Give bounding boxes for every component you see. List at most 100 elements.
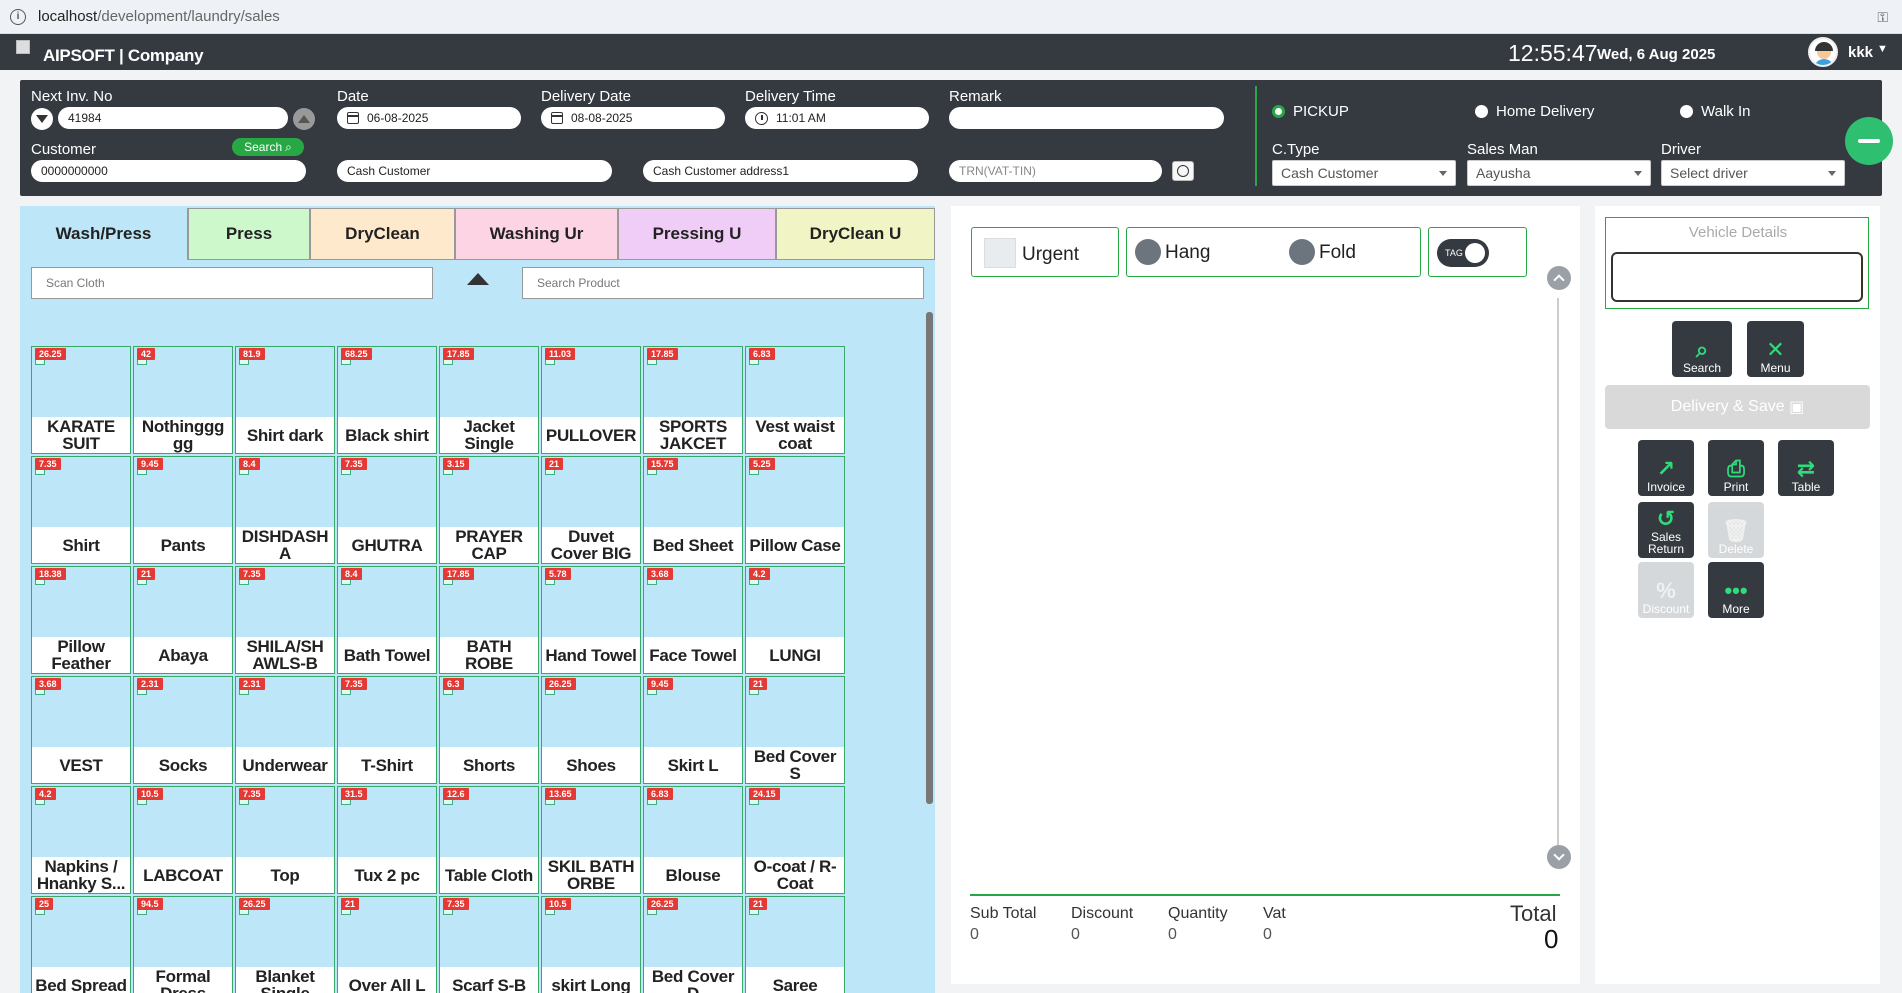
product-tile[interactable]: 17.85 SPORTS JAKCET <box>643 346 743 454</box>
product-tile[interactable]: 26.25 Blanket Single <box>235 896 335 993</box>
product-tile[interactable]: 3.68 VEST <box>31 676 131 784</box>
product-tile[interactable]: 15.75 Bed Sheet <box>643 456 743 564</box>
salesman-select[interactable]: Aayusha <box>1467 160 1651 186</box>
product-tile[interactable]: 94.5 Formal Dress <box>133 896 233 993</box>
print-button[interactable]: ⎙ Print <box>1708 440 1764 496</box>
whatsapp-button[interactable] <box>1172 161 1194 181</box>
customer-search-button[interactable]: Search ⌕ <box>232 138 304 156</box>
product-tile[interactable]: 10.5 LABCOAT <box>133 786 233 894</box>
product-tile[interactable]: 7.35 Shirt <box>31 456 131 564</box>
tab-washing-ur[interactable]: Washing Ur <box>455 208 618 260</box>
product-tile[interactable]: 26.25 Bed Cover D <box>643 896 743 993</box>
menu-button[interactable]: ✕ Menu <box>1747 321 1804 377</box>
user-name[interactable]: kkk <box>1848 44 1873 61</box>
product-tile[interactable]: 8.4 DISHDASH A <box>235 456 335 564</box>
delivery-save-button[interactable]: Delivery & Save ▣ <box>1605 385 1870 429</box>
product-tile[interactable]: 10.5 skirt Long <box>541 896 641 993</box>
product-tile[interactable]: 24.15 O-coat / R-Coat <box>745 786 845 894</box>
product-tile[interactable]: 11.03 PULLOVER <box>541 346 641 454</box>
scan-cloth-input[interactable]: Scan Cloth <box>31 267 433 299</box>
next-inv-input[interactable]: 41984 <box>58 107 288 129</box>
radio-home-delivery[interactable]: Home Delivery <box>1475 103 1594 120</box>
product-tile[interactable]: 7.35 T-Shirt <box>337 676 437 784</box>
product-tile[interactable]: 81.9 Shirt dark <box>235 346 335 454</box>
product-tile[interactable]: 6.83 Vest waist coat <box>745 346 845 454</box>
product-tile[interactable]: 21 Saree <box>745 896 845 993</box>
radio-pickup[interactable]: PICKUP <box>1272 103 1349 120</box>
radio-walk-in[interactable]: Walk In <box>1680 103 1750 120</box>
site-info-icon[interactable]: i <box>10 8 26 25</box>
product-tile[interactable]: 7.35 GHUTRA <box>337 456 437 564</box>
tab-pressing-u[interactable]: Pressing U <box>618 208 776 260</box>
product-tile[interactable]: 9.45 Skirt L <box>643 676 743 784</box>
tab-press[interactable]: Press <box>188 208 310 260</box>
user-menu-caret-icon[interactable]: ▼ <box>1877 43 1888 55</box>
product-tile[interactable]: 26.25 KARATE SUIT <box>31 346 131 454</box>
product-tile[interactable]: 3.15 PRAYER CAP <box>439 456 539 564</box>
scroll-down-button[interactable] <box>1547 845 1571 869</box>
collapse-minus-button[interactable] <box>1845 117 1893 165</box>
product-tile[interactable]: 68.25 Black shirt <box>337 346 437 454</box>
product-tile[interactable]: 9.45 Pants <box>133 456 233 564</box>
product-tile[interactable]: 18.38 Pillow Feather <box>31 566 131 674</box>
delivery-date-input[interactable]: 08-08-2025 <box>541 107 725 129</box>
scroll-up-button[interactable] <box>1547 266 1571 290</box>
product-tile[interactable]: 4.2 Napkins / Hnanky S... <box>31 786 131 894</box>
discount-button[interactable]: % Discount <box>1638 562 1694 618</box>
product-tile[interactable]: 4.2 LUNGI <box>745 566 845 674</box>
product-tile[interactable]: 21 Over All L <box>337 896 437 993</box>
collapse-up-icon[interactable] <box>467 273 489 285</box>
tab-wash-press[interactable]: Wash/Press <box>20 208 188 260</box>
product-tile[interactable]: 17.85 Jacket Single <box>439 346 539 454</box>
tab-dryclean[interactable]: DryClean <box>310 208 455 260</box>
urgent-checkbox[interactable] <box>984 238 1016 268</box>
urgent-option[interactable]: Urgent <box>971 227 1119 277</box>
user-avatar[interactable] <box>1808 37 1838 67</box>
delivery-time-input[interactable]: 11:01 AM <box>745 107 929 129</box>
product-tile[interactable]: 13.65 SKIL BATH ORBE <box>541 786 641 894</box>
product-tile[interactable]: 5.25 Pillow Case <box>745 456 845 564</box>
product-tile[interactable]: 26.25 Shoes <box>541 676 641 784</box>
inv-prev-button[interactable] <box>31 108 53 130</box>
delete-button[interactable]: 🗑 Delete <box>1708 502 1764 558</box>
product-tile[interactable]: 17.85 BATH ROBE <box>439 566 539 674</box>
hang-radio[interactable] <box>1135 239 1161 265</box>
product-tile[interactable]: 21 Bed Cover S <box>745 676 845 784</box>
trn-input[interactable]: TRN(VAT-TIN) <box>949 160 1162 182</box>
vehicle-details-input[interactable] <box>1611 252 1863 302</box>
order-scroll-track[interactable] <box>1557 298 1559 846</box>
product-tile[interactable]: 25 Bed Spread <box>31 896 131 993</box>
product-tile[interactable]: 42 Nothinggg gg <box>133 346 233 454</box>
product-tile[interactable]: 7.35 Top <box>235 786 335 894</box>
search-button[interactable]: ⌕ Search <box>1672 321 1732 377</box>
search-product-input[interactable]: Search Product <box>522 267 924 299</box>
tag-toggle[interactable]: TAG <box>1437 239 1489 267</box>
product-tile[interactable]: 6.83 Blouse <box>643 786 743 894</box>
url-text[interactable]: localhost/development/laundry/sales <box>38 8 280 25</box>
tab-dryclean-u[interactable]: DryClean U <box>776 208 935 260</box>
product-tile[interactable]: 2.31 Underwear <box>235 676 335 784</box>
product-tile[interactable]: 21 Duvet Cover BIG <box>541 456 641 564</box>
product-tile[interactable]: 8.4 Bath Towel <box>337 566 437 674</box>
remark-input[interactable] <box>949 107 1224 129</box>
more-button[interactable]: ••• More <box>1708 562 1764 618</box>
invoice-button[interactable]: ↗ Invoice <box>1638 440 1694 496</box>
product-tile[interactable]: 21 Abaya <box>133 566 233 674</box>
product-tile[interactable]: 12.6 Table Cloth <box>439 786 539 894</box>
date-input[interactable]: 06-08-2025 <box>337 107 521 129</box>
sales-return-button[interactable]: ↺ Sales Return <box>1638 502 1694 558</box>
product-tile[interactable]: 3.68 Face Towel <box>643 566 743 674</box>
fold-radio[interactable] <box>1289 239 1315 265</box>
customer-address-input[interactable]: Cash Customer address1 <box>643 160 918 182</box>
product-tile[interactable]: 5.78 Hand Towel <box>541 566 641 674</box>
password-key-icon[interactable]: ⚿ <box>1877 9 1888 26</box>
ctype-select[interactable]: Cash Customer <box>1272 160 1456 186</box>
hang-fold-option[interactable]: Hang Fold <box>1126 227 1421 277</box>
product-tile[interactable]: 2.31 Socks <box>133 676 233 784</box>
customer-phone-input[interactable]: 0000000000 <box>31 160 306 182</box>
driver-select[interactable]: Select driver <box>1661 160 1845 186</box>
product-scrollbar[interactable] <box>926 312 933 804</box>
product-tile[interactable]: 6.3 Shorts <box>439 676 539 784</box>
product-tile[interactable]: 31.5 Tux 2 pc <box>337 786 437 894</box>
product-tile[interactable]: 7.35 SHILA/SH AWLS-B <box>235 566 335 674</box>
